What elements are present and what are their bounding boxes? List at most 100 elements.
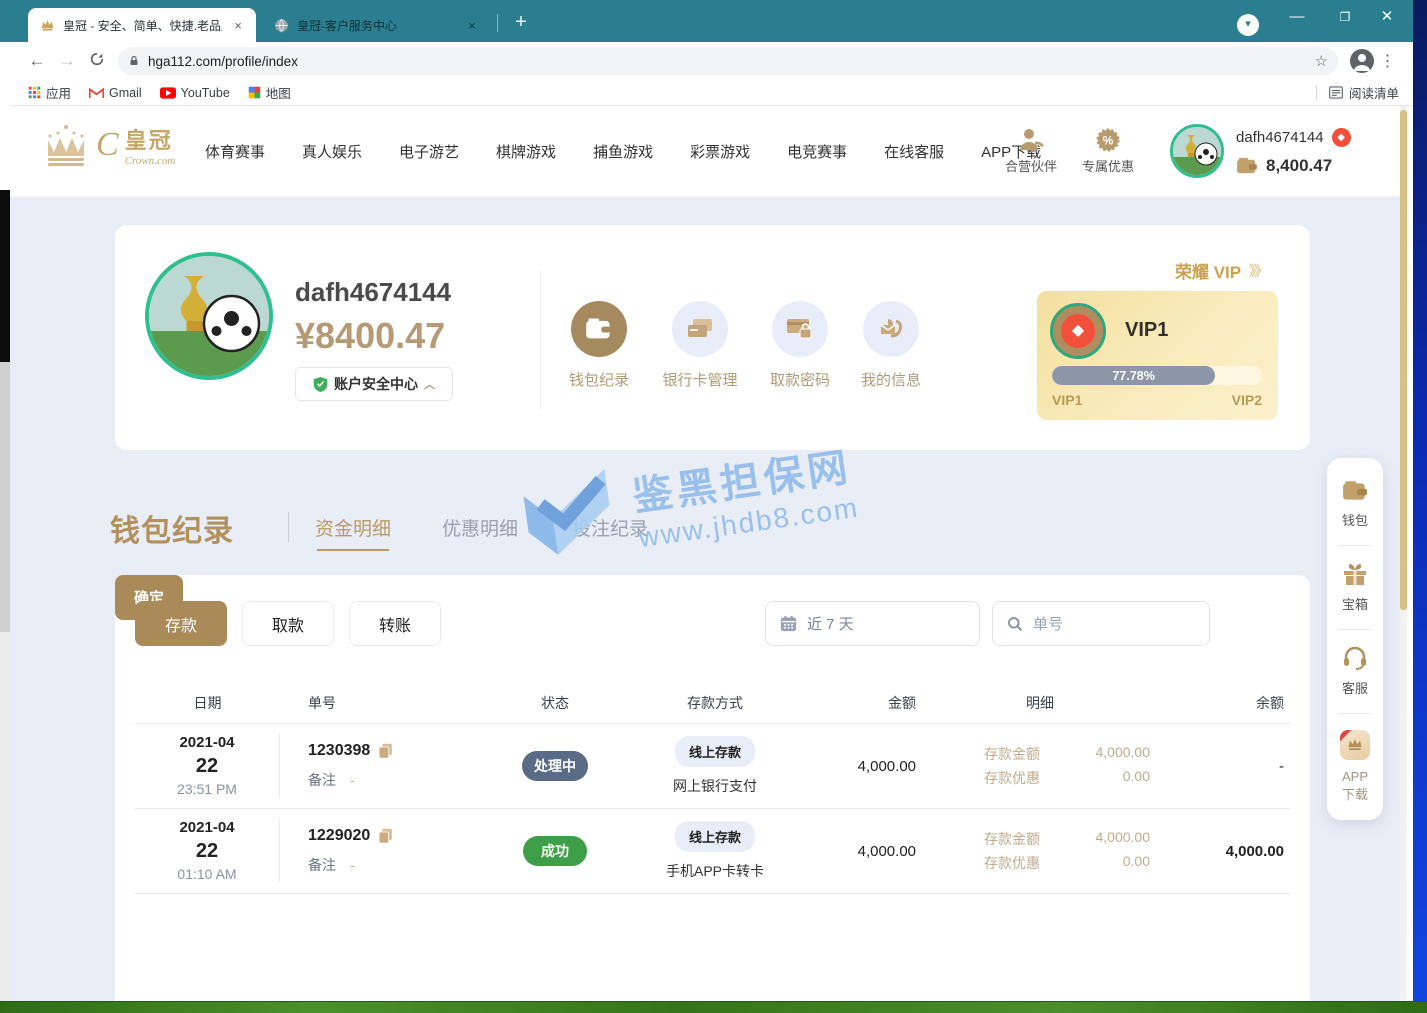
table-row[interactable]: 2021-04 22 23:51 PM 1230398 备注- 处理中 (135, 723, 1290, 808)
promo-button[interactable]: % 专属优惠 (1079, 128, 1137, 175)
filter-transfer-button[interactable]: 转账 (349, 601, 441, 646)
site-logo[interactable]: C 皇冠 Crown.com (40, 122, 175, 168)
divider (1316, 86, 1317, 100)
bookmark-maps[interactable]: 地图 (248, 83, 291, 102)
profile-avatar (145, 252, 273, 380)
bookmark-apps[interactable]: 应用 (28, 83, 71, 102)
floating-sidebar: 钱包 宝箱 客服 (1327, 458, 1383, 820)
user-avatar[interactable] (1170, 124, 1224, 178)
filter-withdraw-button[interactable]: 取款 (242, 601, 334, 646)
col-detail: 明细 (930, 693, 1150, 713)
desktop-left-strip (0, 42, 10, 1001)
vip-progress-fill: 77.78% (1052, 366, 1215, 385)
bank-card-icon (672, 301, 728, 357)
address-bar[interactable]: hga112.com/profile/index ☆ (118, 47, 1338, 75)
cell-method: 线上存款 网上银行支付 (630, 736, 800, 796)
reload-icon[interactable] (82, 51, 112, 72)
nav-item-online-service[interactable]: 在线客服 (884, 141, 944, 162)
divider (1338, 545, 1372, 546)
tab-bet-records[interactable]: 投注纪录 (572, 514, 648, 541)
status-badge: 处理中 (522, 751, 588, 781)
vip-badge-icon: ◆ (1050, 303, 1106, 359)
header-balance-value: 8,400.47 (1266, 156, 1332, 176)
background-window-fragment (0, 362, 10, 632)
col-amount: 金额 (800, 693, 930, 713)
method-detail: 网上银行支付 (630, 776, 800, 796)
nav-item-lottery[interactable]: 彩票游戏 (690, 141, 750, 162)
account-security-button[interactable]: 账户安全中心 ︿ (295, 367, 453, 401)
filter-deposit-button[interactable]: 存款 (135, 601, 227, 646)
browser-window: 皇冠 - 安全、简单、快捷.老品牌 × 皇冠-客户服务中心 × + ▾ — ❐ … (10, 0, 1413, 1001)
sidebar-service-button[interactable]: 客服 (1342, 646, 1368, 697)
bookmark-gmail[interactable]: Gmail (89, 86, 142, 100)
partner-button[interactable]: 合营伙伴 (1002, 128, 1060, 175)
date-range-input[interactable]: 近 7 天 (765, 601, 980, 646)
bookmark-label: Gmail (109, 86, 142, 100)
browser-tab-active[interactable]: 皇冠 - 安全、简单、快捷.老品牌 × (28, 8, 256, 42)
header-balance-row[interactable]: 8,400.47 (1236, 156, 1332, 176)
quicklink-bank-cards[interactable]: 银行卡管理 (650, 301, 750, 390)
bookmark-star-icon[interactable]: ☆ (1315, 52, 1328, 70)
sidebar-treasure-button[interactable]: 宝箱 (1342, 562, 1368, 613)
header-user-row[interactable]: dafh4674144 ◆ (1236, 128, 1351, 147)
bookmark-label: 地图 (266, 83, 291, 102)
order-search-input[interactable]: 单号 (992, 601, 1210, 646)
window-maximize-button[interactable]: ❐ (1330, 4, 1360, 30)
tab-close-icon[interactable]: × (230, 18, 246, 33)
quicklink-withdraw-password[interactable]: 取款密码 (750, 301, 850, 390)
scrollbar-thumb[interactable] (1400, 110, 1407, 610)
main-nav: 体育赛事 真人娱乐 电子游艺 棋牌游戏 捕鱼游戏 彩票游戏 电竞赛事 在线客服 … (205, 106, 1041, 197)
crown-logo-icon (40, 122, 92, 168)
window-close-button[interactable]: ✕ (1372, 4, 1402, 30)
sidebar-label: 客服 (1342, 678, 1368, 697)
tab-funds-detail[interactable]: 资金明细 (315, 514, 391, 541)
reading-list-icon (1329, 86, 1343, 99)
cell-method: 线上存款 手机APP卡转卡 (630, 821, 800, 881)
browser-menu-icon[interactable]: ⋮ (1374, 51, 1402, 71)
cell-amount: 4,000.00 (800, 843, 930, 860)
table-row[interactable]: 2021-04 22 01:10 AM 1229020 备注- 成功 (135, 808, 1290, 893)
nav-item-sports[interactable]: 体育赛事 (205, 141, 265, 162)
tab-close-icon[interactable]: × (464, 18, 480, 33)
nav-item-slots[interactable]: 电子游艺 (399, 141, 459, 162)
browser-profile-avatar[interactable] (1350, 49, 1374, 73)
globe-favicon-icon (274, 18, 289, 33)
new-tab-button[interactable]: + (508, 10, 534, 36)
sidebar-app-download-button[interactable]: APP 下载 (1340, 730, 1370, 804)
vip-to-label: VIP2 (1232, 392, 1262, 408)
reading-list-button[interactable]: 阅读清单 (1316, 83, 1399, 102)
titlebar-profile-button[interactable]: ▾ (1237, 14, 1259, 36)
security-label: 账户安全中心 (334, 374, 418, 394)
section-title: 钱包纪录 (110, 506, 234, 550)
bookmark-youtube[interactable]: YouTube (160, 86, 230, 100)
forward-icon[interactable]: → (52, 51, 82, 71)
my-info-icon (863, 301, 919, 357)
nav-item-fishing[interactable]: 捕鱼游戏 (593, 141, 653, 162)
nav-item-live-casino[interactable]: 真人娱乐 (302, 141, 362, 162)
nav-item-esports[interactable]: 电竞赛事 (787, 141, 847, 162)
url-text[interactable]: hga112.com/profile/index (148, 54, 1307, 69)
honor-vip-label: 荣耀 VIP (1175, 258, 1241, 283)
copy-icon[interactable] (378, 828, 393, 844)
order-note: 备注- (308, 770, 480, 790)
browser-tab-inactive[interactable]: 皇冠-客户服务中心 × (262, 8, 490, 42)
bookmark-label: YouTube (181, 86, 230, 100)
sidebar-wallet-button[interactable]: 钱包 (1342, 480, 1368, 529)
vip-progress-label: 77.78% (1112, 369, 1154, 383)
back-icon[interactable]: ← (22, 51, 52, 71)
quicklink-my-info[interactable]: 我的信息 (841, 301, 941, 390)
tab-title: 皇冠-客户服务中心 (297, 17, 456, 34)
quicklink-wallet-records[interactable]: 钱包纪录 (549, 301, 649, 390)
tab-promo-detail[interactable]: 优惠明细 (442, 514, 518, 541)
window-minimize-button[interactable]: — (1282, 4, 1312, 30)
partner-label: 合营伙伴 (1005, 156, 1057, 175)
copy-icon[interactable] (378, 743, 393, 759)
nav-item-board-games[interactable]: 棋牌游戏 (496, 141, 556, 162)
tab-title: 皇冠 - 安全、简单、快捷.老品牌 (63, 17, 222, 34)
wallet-icon (1342, 480, 1368, 502)
status-badge: 成功 (523, 836, 587, 866)
honor-vip-link[interactable]: 荣耀 VIP 》》 (1175, 258, 1266, 283)
apps-grid-icon (28, 86, 41, 99)
desktop: 皇冠 - 安全、简单、快捷.老品牌 × 皇冠-客户服务中心 × + ▾ — ❐ … (0, 0, 1427, 1013)
lock-icon (128, 54, 140, 68)
